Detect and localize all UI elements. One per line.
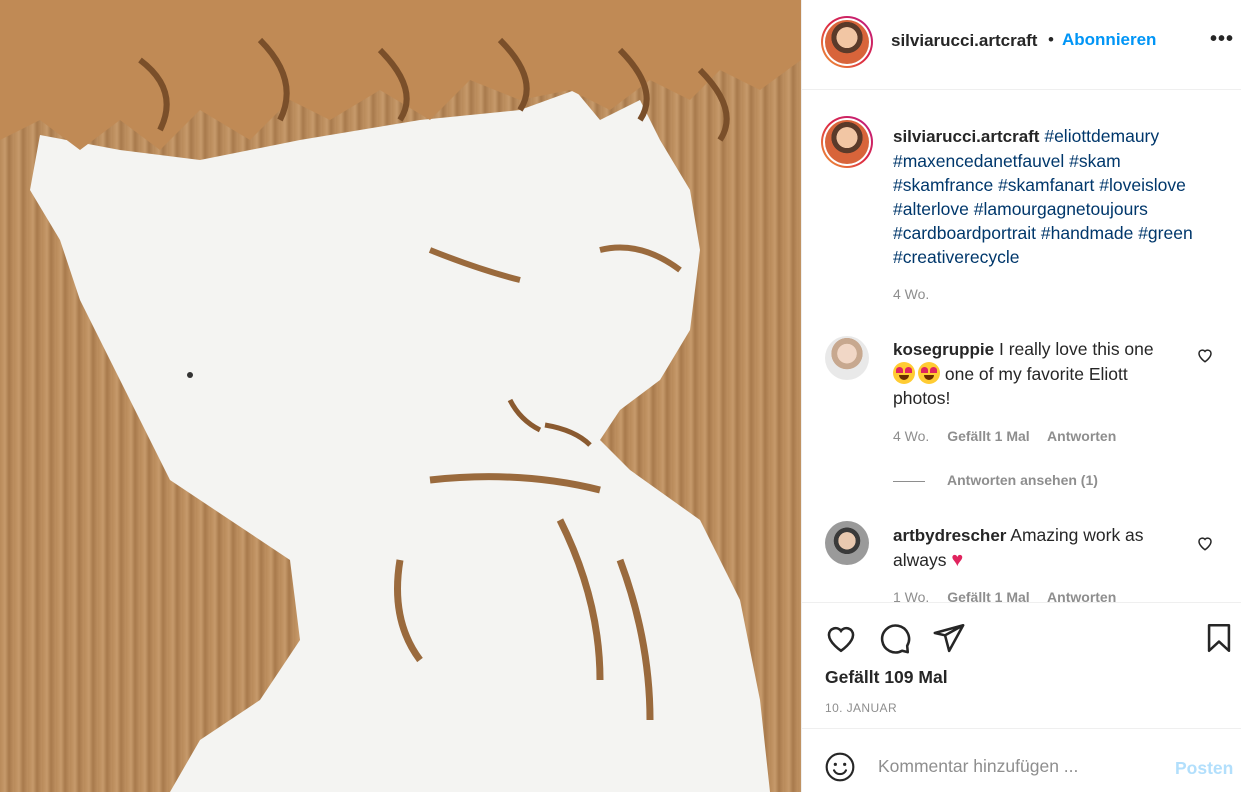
hashtag-link[interactable]: #skamfrance bbox=[893, 175, 993, 195]
comment-body: I really love this one bbox=[998, 339, 1154, 359]
hashtag-link[interactable]: #skamfanart bbox=[998, 175, 1094, 195]
comments-list[interactable]: silviarucci.artcraft #eliottdemaury #max… bbox=[802, 91, 1241, 602]
comment-text: kosegruppie I really love this one one o… bbox=[893, 337, 1183, 410]
comment-meta: 1 Wo. Gefällt 1 Mal Antworten bbox=[893, 589, 1130, 602]
post-image[interactable] bbox=[0, 0, 801, 792]
comment-like-icon[interactable] bbox=[1196, 534, 1214, 552]
post-sidebar: silviarucci.artcraft • Abonnieren ••• si… bbox=[801, 0, 1241, 792]
commenter-avatar[interactable] bbox=[825, 521, 869, 565]
post-header: silviarucci.artcraft • Abonnieren ••• bbox=[802, 0, 1241, 90]
comment-likes[interactable]: Gefällt 1 Mal bbox=[947, 589, 1029, 602]
view-replies-button[interactable]: Antworten ansehen (1) bbox=[893, 472, 1098, 488]
caption-username[interactable]: silviarucci.artcraft bbox=[893, 127, 1039, 146]
commenter-avatar[interactable] bbox=[825, 336, 869, 380]
comment-text: artbydrescher Amazing work as always ♥ bbox=[893, 523, 1183, 572]
comment-meta: 4 Wo. Gefällt 1 Mal Antworten bbox=[893, 428, 1130, 444]
author-avatar[interactable] bbox=[821, 16, 873, 68]
hashtag-link[interactable]: #lamourgagnetoujours bbox=[974, 199, 1148, 219]
comment-like-icon[interactable] bbox=[1196, 346, 1214, 364]
comment-icon[interactable] bbox=[878, 621, 912, 655]
heart-eyes-emoji-icon bbox=[893, 362, 915, 384]
comment-input[interactable] bbox=[878, 749, 1158, 783]
reply-button[interactable]: Antworten bbox=[1047, 428, 1116, 444]
author-username[interactable]: silviarucci.artcraft bbox=[891, 31, 1037, 51]
hashtag-link[interactable]: #creativerecycle bbox=[893, 247, 1019, 267]
reply-button[interactable]: Antworten bbox=[1047, 589, 1116, 602]
share-icon[interactable] bbox=[932, 621, 966, 655]
comment-composer: Posten bbox=[802, 728, 1241, 792]
post-date: 10. JANUAR bbox=[825, 701, 898, 715]
post-comment-button[interactable]: Posten bbox=[1175, 758, 1233, 779]
view-replies-label[interactable]: Antworten ansehen (1) bbox=[947, 472, 1098, 488]
hashtag-link[interactable]: #cardboardportrait bbox=[893, 223, 1036, 243]
like-count[interactable]: Gefällt 109 Mal bbox=[825, 667, 948, 688]
hashtag-link[interactable]: #alterlove bbox=[893, 199, 969, 219]
comment-time: 4 Wo. bbox=[893, 428, 930, 444]
comment-likes[interactable]: Gefällt 1 Mal bbox=[947, 428, 1029, 444]
comment-username[interactable]: artbydrescher bbox=[893, 526, 1006, 545]
caption-timestamp: 4 Wo. bbox=[893, 286, 930, 302]
emoji-icon[interactable] bbox=[824, 751, 856, 783]
save-icon[interactable] bbox=[1202, 621, 1236, 655]
comment-username[interactable]: kosegruppie bbox=[893, 340, 994, 359]
heart-eyes-emoji-icon bbox=[918, 362, 940, 384]
caption-avatar[interactable] bbox=[821, 116, 873, 168]
like-icon[interactable] bbox=[824, 621, 858, 655]
red-heart-emoji-icon: ♥ bbox=[951, 549, 964, 571]
hashtag-link[interactable]: #handmade bbox=[1041, 223, 1133, 243]
comment-time: 1 Wo. bbox=[893, 589, 930, 602]
follow-button[interactable]: Abonnieren bbox=[1062, 30, 1156, 50]
cardboard-portrait-art bbox=[0, 0, 801, 792]
hashtag-link[interactable]: #green bbox=[1138, 223, 1193, 243]
hashtag-link[interactable]: #skam bbox=[1069, 151, 1121, 171]
post-actions: Gefällt 109 Mal 10. JANUAR bbox=[802, 602, 1241, 728]
hashtag-link[interactable]: #eliottdemaury bbox=[1044, 126, 1159, 146]
separator-dot: • bbox=[1048, 30, 1054, 49]
hashtag-link[interactable]: #maxencedanetfauvel bbox=[893, 151, 1064, 171]
more-options-icon[interactable]: ••• bbox=[1210, 28, 1234, 51]
post-caption: silviarucci.artcraft #eliottdemaury #max… bbox=[893, 124, 1223, 269]
hashtag-link[interactable]: #loveislove bbox=[1099, 175, 1186, 195]
